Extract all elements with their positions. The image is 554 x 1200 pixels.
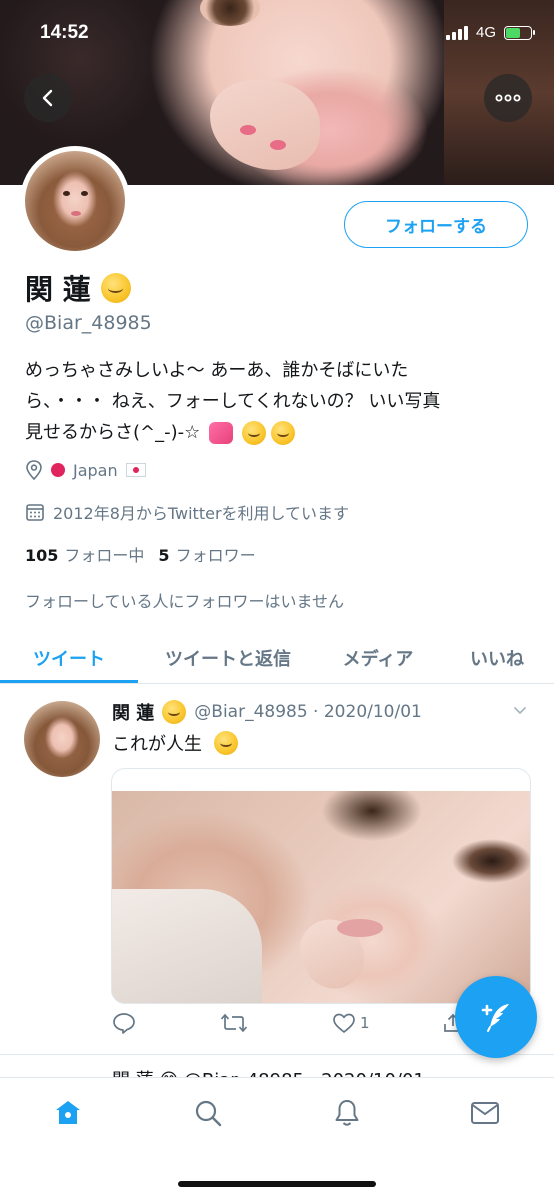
tweet-media-image[interactable]	[111, 768, 531, 1004]
bio-line: 見せるからさ(^_-)-☆	[25, 417, 530, 448]
active-tab-indicator	[0, 680, 138, 683]
like-button[interactable]: 1	[332, 1012, 370, 1034]
home-indicator	[178, 1181, 376, 1187]
status-indicators: 4G	[445, 24, 535, 41]
media-photo-detail	[337, 919, 383, 937]
banner-photo-detail	[240, 125, 256, 135]
status-time: 14:52	[40, 22, 89, 43]
profile-tabs: ツイート ツイートと返信 メディア いいね	[0, 632, 554, 684]
following-count: 105	[25, 546, 59, 565]
follow-button[interactable]: フォローする	[344, 201, 528, 248]
compose-tweet-button[interactable]	[455, 976, 537, 1058]
nav-messages[interactable]	[468, 1096, 502, 1130]
like-icon	[333, 1013, 355, 1033]
back-button[interactable]	[24, 74, 72, 122]
profile-avatar[interactable]	[20, 146, 130, 256]
profile-name-text: 関 蓮	[25, 273, 91, 306]
location-text: Japan	[73, 460, 118, 480]
profile-bio: めっちゃさみしいよ〜 あーあ、誰かそばにいた ら、・・・ ねえ、フォーしてくれな…	[25, 355, 530, 448]
wink-tongue-emoji-icon	[271, 421, 296, 445]
nav-home[interactable]	[51, 1096, 85, 1130]
more-icon	[495, 94, 521, 102]
followers-label: フォロワー	[175, 546, 256, 565]
tweet-handle-date: @Biar_48985 · 2020/10/01	[194, 702, 422, 722]
kiss-emoji-icon	[241, 421, 266, 445]
retweet-icon	[220, 1013, 248, 1033]
tweet-avatar[interactable]	[24, 701, 100, 777]
yum-emoji-icon	[100, 273, 131, 303]
more-button[interactable]	[484, 74, 532, 122]
followers-count: 5	[158, 546, 170, 565]
reply-icon	[113, 1013, 135, 1034]
banner-photo-detail	[200, 0, 260, 26]
tab-likes[interactable]: いいね	[450, 632, 544, 684]
tweet-text: これが人生	[112, 730, 238, 756]
tab-media[interactable]: メディア	[318, 632, 438, 684]
yum-emoji-icon	[162, 700, 187, 724]
profile-handle: @Biar_48985	[25, 312, 152, 334]
messages-icon	[471, 1102, 499, 1124]
profile-location: Japan	[25, 460, 146, 480]
nav-search[interactable]	[191, 1096, 225, 1130]
no-mutual-followers-text: フォローしている人にフォロワーはいません	[25, 592, 345, 611]
notifications-icon	[335, 1100, 359, 1126]
tweet-actions: 1	[112, 1012, 472, 1042]
chevron-down-icon[interactable]	[513, 704, 527, 718]
like-count: 1	[360, 1014, 370, 1032]
compose-icon	[481, 1004, 509, 1032]
profile-name: 関 蓮	[25, 268, 131, 308]
tab-tweets-and-replies[interactable]: ツイートと返信	[138, 632, 318, 684]
battery-icon	[504, 25, 535, 40]
media-photo-detail	[112, 889, 262, 1003]
tweet-divider	[0, 1054, 554, 1055]
tweet-text-content: これが人生	[112, 734, 202, 755]
bio-line: めっちゃさみしいよ〜 あーあ、誰かそばにいた	[25, 360, 409, 381]
signal-icon	[445, 25, 468, 40]
followers-link[interactable]: 5 フォロワー	[158, 542, 255, 566]
location-icon	[26, 460, 42, 480]
network-type: 4G	[475, 24, 496, 41]
retweet-button[interactable]	[220, 1012, 248, 1034]
calendar-icon	[26, 504, 44, 521]
home-icon	[56, 1101, 80, 1124]
bio-line: ら、・・・ ねえ、フォーしてくれないの？ いい写真	[25, 391, 441, 412]
following-label: フォロー中	[64, 546, 145, 565]
heart-gift-emoji-icon	[209, 422, 233, 444]
tweet-author-name: 関 蓮	[112, 703, 155, 724]
tweet-header: 関 蓮 @Biar_48985 · 2020/10/01	[112, 699, 422, 725]
back-icon	[42, 89, 53, 107]
search-icon	[195, 1100, 222, 1127]
smile-emoji-icon	[214, 731, 238, 755]
banner-photo-detail	[210, 80, 320, 170]
bio-line-text: 見せるからさ(^_-)-☆	[25, 422, 201, 443]
joined-text: 2012年8月からTwitterを利用しています	[53, 504, 350, 523]
profile-stats: 105 フォロー中 5 フォロワー	[25, 542, 256, 566]
following-link[interactable]: 105 フォロー中	[25, 542, 144, 566]
banner-photo-detail	[270, 140, 286, 150]
reply-button[interactable]	[112, 1012, 136, 1034]
profile-joined: 2012年8月からTwitterを利用しています	[25, 500, 349, 524]
pin-icon	[51, 463, 65, 477]
tab-tweets[interactable]: ツイート	[0, 632, 138, 684]
flag-jp-icon	[125, 463, 146, 477]
nav-notifications[interactable]	[330, 1096, 364, 1130]
